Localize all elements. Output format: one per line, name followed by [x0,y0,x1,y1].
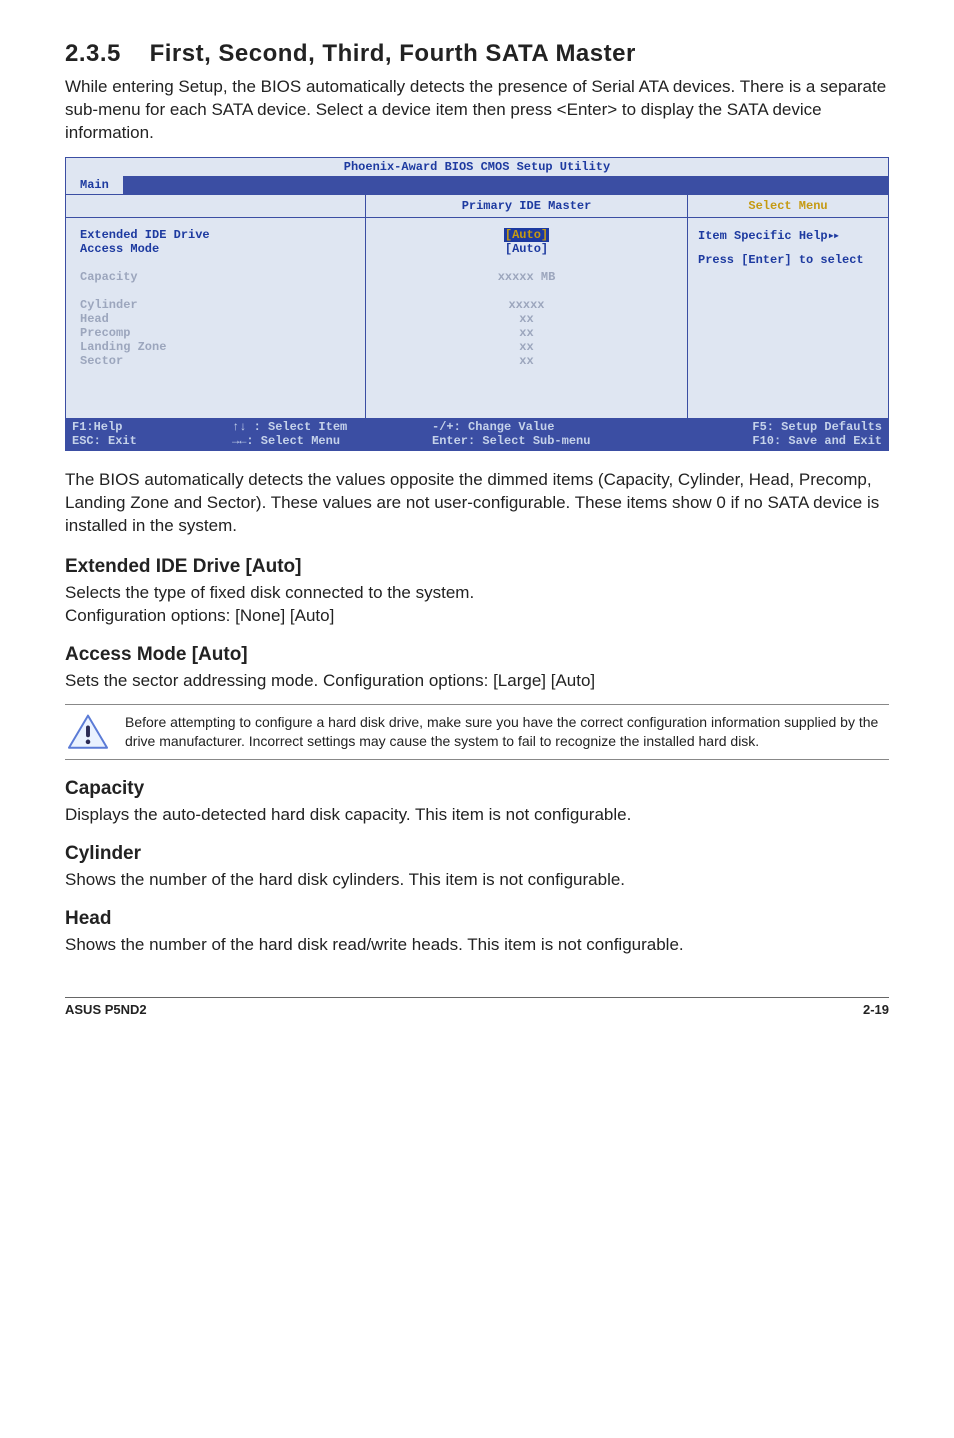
page-footer: ASUS P5ND2 2-19 [65,997,889,1017]
cylinder-line1: Shows the number of the hard disk cylind… [65,869,889,892]
bios-field-label [80,284,351,298]
bios-field-value[interactable]: [Auto] [380,228,673,242]
footer-left: ASUS P5ND2 [65,1002,147,1017]
head-line1: Shows the number of the hard disk read/w… [65,934,889,957]
bios-foot-change: -/+: Change Value [432,420,682,434]
bios-help-line: Item Specific Help▸▸ [698,228,878,243]
access-mode-line1: Sets the sector addressing mode. Configu… [65,670,889,693]
post-bios-paragraph: The BIOS automatically detects the value… [65,469,889,538]
bios-field-value: xxxxx [380,298,673,312]
bios-foot-f10: F10: Save and Exit [682,434,882,448]
bios-field-label: Capacity [80,270,351,284]
bios-field-label: Cylinder [80,298,351,312]
bios-field-label: Access Mode [80,242,351,256]
bios-foot-selitem: ↑↓ : Select Item [232,420,432,434]
section-heading: 2.3.5 First, Second, Third, Fourth SATA … [65,40,889,68]
bios-header-right: Select Menu [688,195,888,217]
bios-field-value: xx [380,340,673,354]
bios-foot-esc: ESC: Exit [72,434,232,448]
bios-field-value: xx [380,326,673,340]
heading-capacity: Capacity [65,778,889,800]
bios-field-label: Extended IDE Drive [80,228,351,242]
bios-values-column: [Auto][Auto] xxxxx MB xxxxxxxxxxxxx [366,218,688,418]
bios-labels-column: Extended IDE DriveAccess Mode Capacity C… [66,218,366,418]
bios-field-value[interactable]: [Auto] [380,242,673,256]
warning-callout: Before attempting to configure a hard di… [65,704,889,760]
bios-field-value[interactable] [380,284,673,298]
bios-field-label: Landing Zone [80,340,351,354]
intro-paragraph: While entering Setup, the BIOS automatic… [65,76,889,145]
bios-foot-enter: Enter: Select Sub-menu [432,434,682,448]
warning-text: Before attempting to configure a hard di… [125,713,887,751]
bios-help-line: Press [Enter] to select [698,253,878,267]
bios-field-label [80,256,351,270]
bios-tab-main[interactable]: Main [66,176,123,194]
heading-access-mode: Access Mode [Auto] [65,644,889,666]
bios-field-label: Head [80,312,351,326]
ext-ide-line1: Selects the type of fixed disk connected… [65,582,889,605]
bios-field-label: Precomp [80,326,351,340]
spacer [698,243,878,253]
heading-head: Head [65,908,889,930]
bios-field-label: Sector [80,354,351,368]
bios-field-value: xxxxx MB [380,270,673,284]
bios-footer: F1:Help ↑↓ : Select Item -/+: Change Val… [66,418,888,450]
bios-help-panel: Item Specific Help▸▸ Press [Enter] to se… [688,218,888,418]
capacity-line1: Displays the auto-detected hard disk cap… [65,804,889,827]
heading-extended-ide: Extended IDE Drive [Auto] [65,556,889,578]
heading-cylinder: Cylinder [65,843,889,865]
section-number: 2.3.5 [65,40,121,67]
bios-help-text: Item Specific Help [698,229,828,243]
bios-foot-f1: F1:Help [72,420,232,434]
bios-header-mid: Primary IDE Master [366,195,688,217]
bios-tab-bar: Main [66,176,888,194]
warning-icon [67,713,109,751]
bios-field-value[interactable] [380,256,673,270]
arrow-right-icon: ▸▸ [828,229,838,243]
bios-field-value: xx [380,312,673,326]
bios-foot-f5: F5: Setup Defaults [682,420,882,434]
bios-foot-selmenu: →←: Select Menu [232,434,432,448]
bios-header-row: Primary IDE Master Select Menu [66,194,888,218]
bios-utility-title: Phoenix-Award BIOS CMOS Setup Utility [66,158,888,176]
bios-window: Phoenix-Award BIOS CMOS Setup Utility Ma… [65,157,889,451]
bios-header-left [66,195,366,217]
footer-right: 2-19 [863,1002,889,1017]
bios-selected-value[interactable]: [Auto] [504,228,549,242]
ext-ide-line2: Configuration options: [None] [Auto] [65,605,889,628]
bios-body: Extended IDE DriveAccess Mode Capacity C… [66,218,888,418]
section-title: First, Second, Third, Fourth SATA Master [150,40,636,67]
bios-field-value: xx [380,354,673,368]
